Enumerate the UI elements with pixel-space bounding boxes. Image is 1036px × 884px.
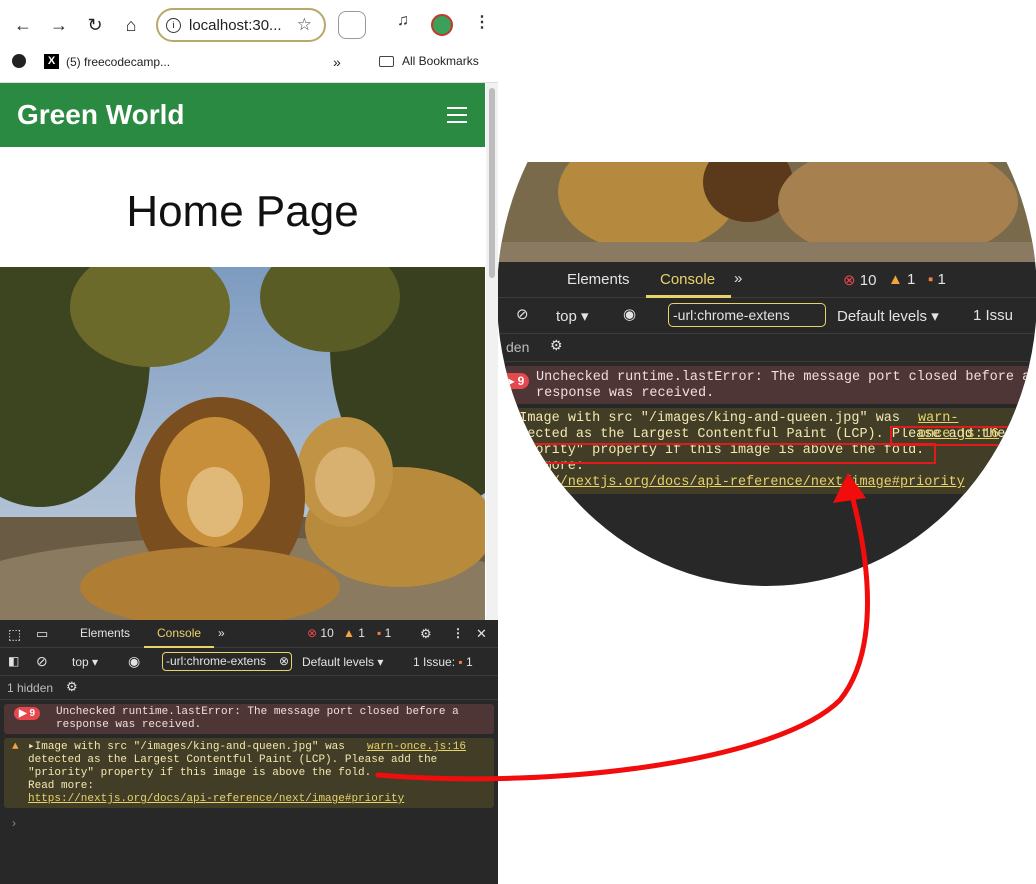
annotation-arrow xyxy=(375,473,870,782)
screenshot-root: ← → ↻ ⌂ i localhost:30... ☆ ♫ ⋮ X (5) fr… xyxy=(0,0,1036,884)
